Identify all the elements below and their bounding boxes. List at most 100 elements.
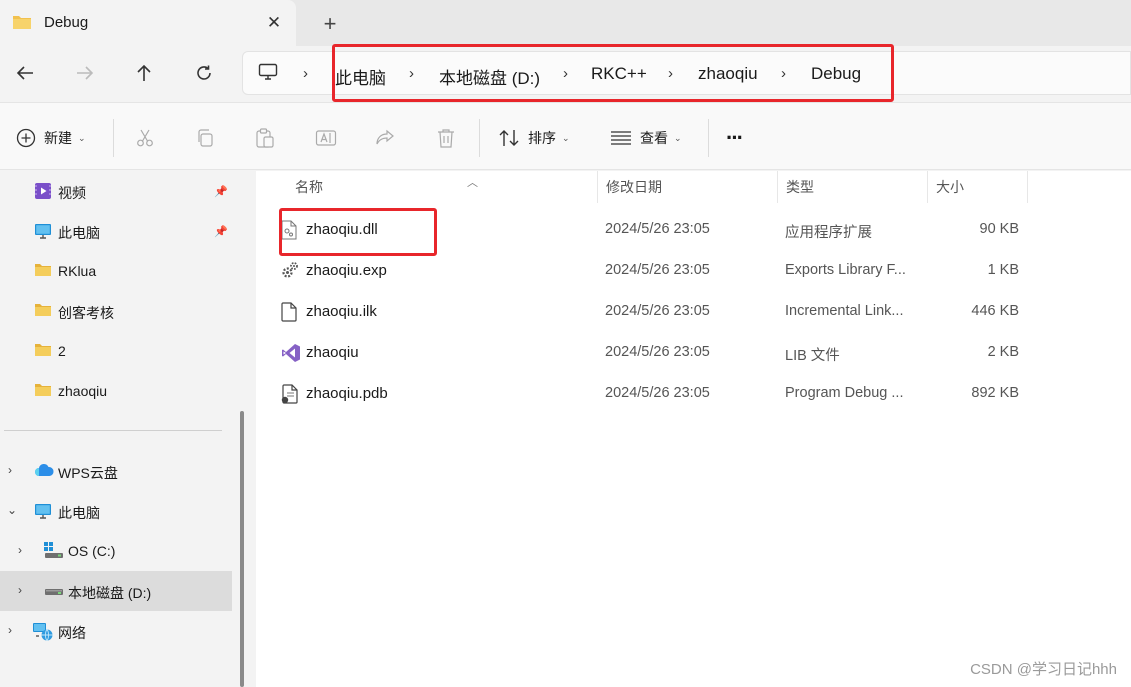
view-button-label: 查看 [640,130,668,146]
new-tab-button[interactable]: + [316,10,344,38]
column-header-label: 名称 [295,179,323,195]
file-size: 90 KB [979,221,1020,237]
sidebar-item-network[interactable]: › 网络 [0,614,232,648]
refresh-icon [197,65,211,80]
file-type: Incremental Link... [785,303,904,319]
drive-icon [44,583,64,600]
file-type: Exports Library F... [785,262,906,278]
file-date: 2024/5/26 23:05 [605,262,710,278]
sidebar-item-wps-cloud[interactable]: › WPS云盘 [0,454,232,488]
sidebar-item-rklua[interactable]: RKlua [0,254,232,288]
tab-debug[interactable]: Debug ✕ [0,0,296,46]
file-size: 2 KB [987,344,1019,360]
chevron-down-icon: ⌄ [78,132,86,143]
column-header-name[interactable]: 名称 ︿ [287,171,598,203]
network-icon [32,622,54,645]
os-drive-icon [44,542,64,563]
new-button-label: 新建 [44,130,72,146]
chevron-right-icon[interactable]: › [18,583,22,597]
file-type: LIB 文件 [785,348,840,364]
folder-icon [34,262,52,281]
plus-circle-icon [16,128,36,148]
column-header-date[interactable]: 修改日期 [598,171,778,203]
sort-icon [499,130,519,146]
copy-icon [198,129,213,147]
toolbar-divider [708,119,709,157]
file-row[interactable]: zhaoqiu.ilk 2024/5/26 23:05 Incremental … [256,291,1131,332]
sidebar-item-label: 此电脑 [58,505,100,521]
up-button[interactable] [129,58,159,88]
view-button[interactable]: 查看 ⌄ [610,125,682,151]
sidebar-item-2[interactable]: 2 [0,334,232,368]
sidebar-item-label: WPS云盘 [58,465,118,481]
computer-icon [34,502,52,523]
folder-icon [34,342,52,361]
sort-button[interactable]: 排序 ⌄ [498,125,570,151]
sidebar-item-zhaoqiu[interactable]: zhaoqiu [0,374,232,408]
sidebar-item-drive-d[interactable]: › 本地磁盘 (D:) [0,571,232,611]
sidebar-item-label: 网络 [58,625,86,641]
sidebar-item-videos[interactable]: 视频 📌 [0,174,232,208]
file-name: zhaoqiu.ilk [306,303,377,320]
file-date: 2024/5/26 23:05 [605,303,710,319]
more-options-button[interactable]: ··· [726,125,744,151]
sort-button-label: 排序 [528,130,556,146]
chevron-down-icon[interactable]: ⌄ [7,503,17,517]
sidebar-item-label: zhaoqiu [58,383,108,399]
rename-button[interactable] [315,125,337,151]
chevron-right-icon[interactable]: › [18,543,22,557]
arrow-left-icon [16,66,33,80]
file-date: 2024/5/26 23:05 [605,385,710,401]
sidebar-item-this-pc-tree[interactable]: ⌄ 此电脑 [0,494,232,528]
file-name: zhaoqiu.exp [306,262,387,279]
pin-icon: 📌 [214,226,228,238]
navigation-pane: 视频 📌 此电脑 📌 RKlua 创客考核 2 zhaoqiu › WPS云盘 … [0,171,244,687]
column-header-label: 类型 [786,179,814,195]
file-row[interactable]: zhaoqiu 2024/5/26 23:05 LIB 文件 2 KB [256,332,1131,373]
exp-file-icon [281,261,299,282]
sidebar-item-label: 此电脑 [58,225,100,241]
sidebar-item-os-c[interactable]: › OS (C:) [0,534,232,568]
folder-icon [12,14,32,33]
address-highlight-box [332,44,894,102]
trash-icon [438,129,454,148]
chevron-right-icon[interactable]: › [8,463,12,477]
close-tab-icon[interactable]: ✕ [262,11,286,35]
rename-icon [315,130,337,146]
breadcrumb-separator: › [303,65,308,82]
sidebar-item-chuangke[interactable]: 创客考核 [0,294,232,328]
share-button[interactable] [375,125,395,151]
column-header-size[interactable]: 大小 [928,171,1028,203]
refresh-button[interactable] [189,58,219,88]
paste-button[interactable] [255,125,275,151]
clipboard-icon [256,128,274,148]
column-header-type[interactable]: 类型 [778,171,928,203]
forward-button[interactable] [70,58,100,88]
sidebar-scrollbar[interactable] [240,411,244,687]
column-header-label: 大小 [936,179,964,195]
file-row[interactable]: zhaoqiu.exp 2024/5/26 23:05 Exports Libr… [256,250,1131,291]
column-header-label: 修改日期 [606,179,662,195]
command-bar: 新建 ⌄ 排序 ⌄ 查看 ⌄ ··· [0,102,1131,170]
toolbar-divider [479,119,480,157]
new-button[interactable]: 新建 ⌄ [16,125,86,151]
ilk-file-icon [281,302,297,325]
file-size: 1 KB [987,262,1019,278]
delete-button[interactable] [436,125,456,151]
dll-highlight-box [279,208,437,256]
folder-icon [34,302,52,321]
arrow-right-icon [77,66,94,80]
file-name: zhaoqiu [306,344,359,361]
chevron-right-icon[interactable]: › [8,623,12,637]
copy-button[interactable] [195,125,215,151]
sidebar-divider [4,430,222,431]
visual-studio-lib-icon [281,343,301,366]
sort-ascending-icon: ︿ [467,177,478,189]
sidebar-item-this-pc[interactable]: 此电脑 📌 [0,214,232,248]
cut-button[interactable] [135,125,155,151]
sidebar-item-label: 视频 [58,185,86,201]
back-button[interactable] [10,58,40,88]
pdb-file-icon [281,384,299,407]
cloud-icon [34,462,54,481]
file-row[interactable]: zhaoqiu.pdb 2024/5/26 23:05 Program Debu… [256,373,1131,414]
